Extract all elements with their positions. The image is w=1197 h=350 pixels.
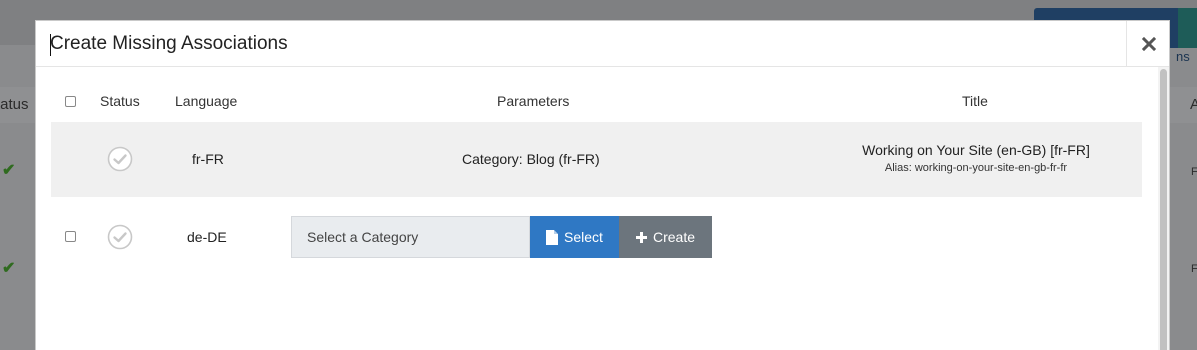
modal-scrollbar[interactable] (1158, 67, 1169, 350)
check-circle-icon (107, 146, 133, 172)
modal-title: Create Missing Associations (50, 33, 288, 54)
select-category-button[interactable]: Select (530, 216, 619, 258)
background-toolbar-button-secondary (1178, 8, 1197, 48)
modal-header: Create Missing Associations (36, 21, 1169, 67)
close-icon (1141, 37, 1156, 51)
background-partial-label: ns (1176, 49, 1190, 64)
create-category-button[interactable]: Create (619, 216, 712, 258)
background-column-header: A (1190, 96, 1197, 113)
column-header-parameters: Parameters (497, 93, 570, 109)
background-check-icon: ✔ (2, 162, 16, 179)
column-header-status: Status (100, 93, 140, 109)
category-placeholder: Select a Category (307, 229, 419, 245)
check-circle-icon (107, 224, 133, 250)
select-all-checkbox[interactable] (65, 96, 76, 107)
row-checkbox[interactable] (65, 231, 76, 242)
scrollbar-thumb[interactable] (1160, 69, 1167, 350)
column-header-title: Title (962, 93, 988, 109)
table-row: fr-FR Category: Blog (fr-FR) Working on … (51, 122, 1142, 197)
language-cell: de-DE (187, 229, 227, 245)
background-check-icon: ✔ (2, 260, 16, 277)
table-row: de-DE Select a Category Select Create (51, 197, 1142, 277)
item-alias: Alias: working-on-your-site-en-gb-fr-fr (884, 162, 1068, 174)
background-cell-fragment: F (1191, 166, 1197, 178)
plus-icon (635, 231, 647, 243)
select-button-label: Select (564, 229, 603, 245)
create-button-label: Create (652, 229, 696, 245)
parameters-cell: Category: Blog (fr-FR) (462, 151, 600, 167)
associations-modal: Create Missing Associations Status Langu… (35, 20, 1170, 350)
background-status-header: tatus (0, 96, 29, 113)
table-header: Status Language Parameters Title (51, 83, 1141, 119)
language-cell: fr-FR (192, 151, 224, 167)
category-field[interactable]: Select a Category (291, 216, 530, 258)
background-cell-fragment: F (1191, 263, 1197, 275)
title-cell: Working on Your Site (en-GB) [fr-FR] Ali… (811, 142, 1141, 174)
item-title: Working on Your Site (en-GB) [fr-FR] (862, 142, 1090, 158)
close-button[interactable] (1126, 21, 1170, 67)
column-header-language: Language (175, 93, 238, 109)
file-icon (546, 229, 559, 245)
